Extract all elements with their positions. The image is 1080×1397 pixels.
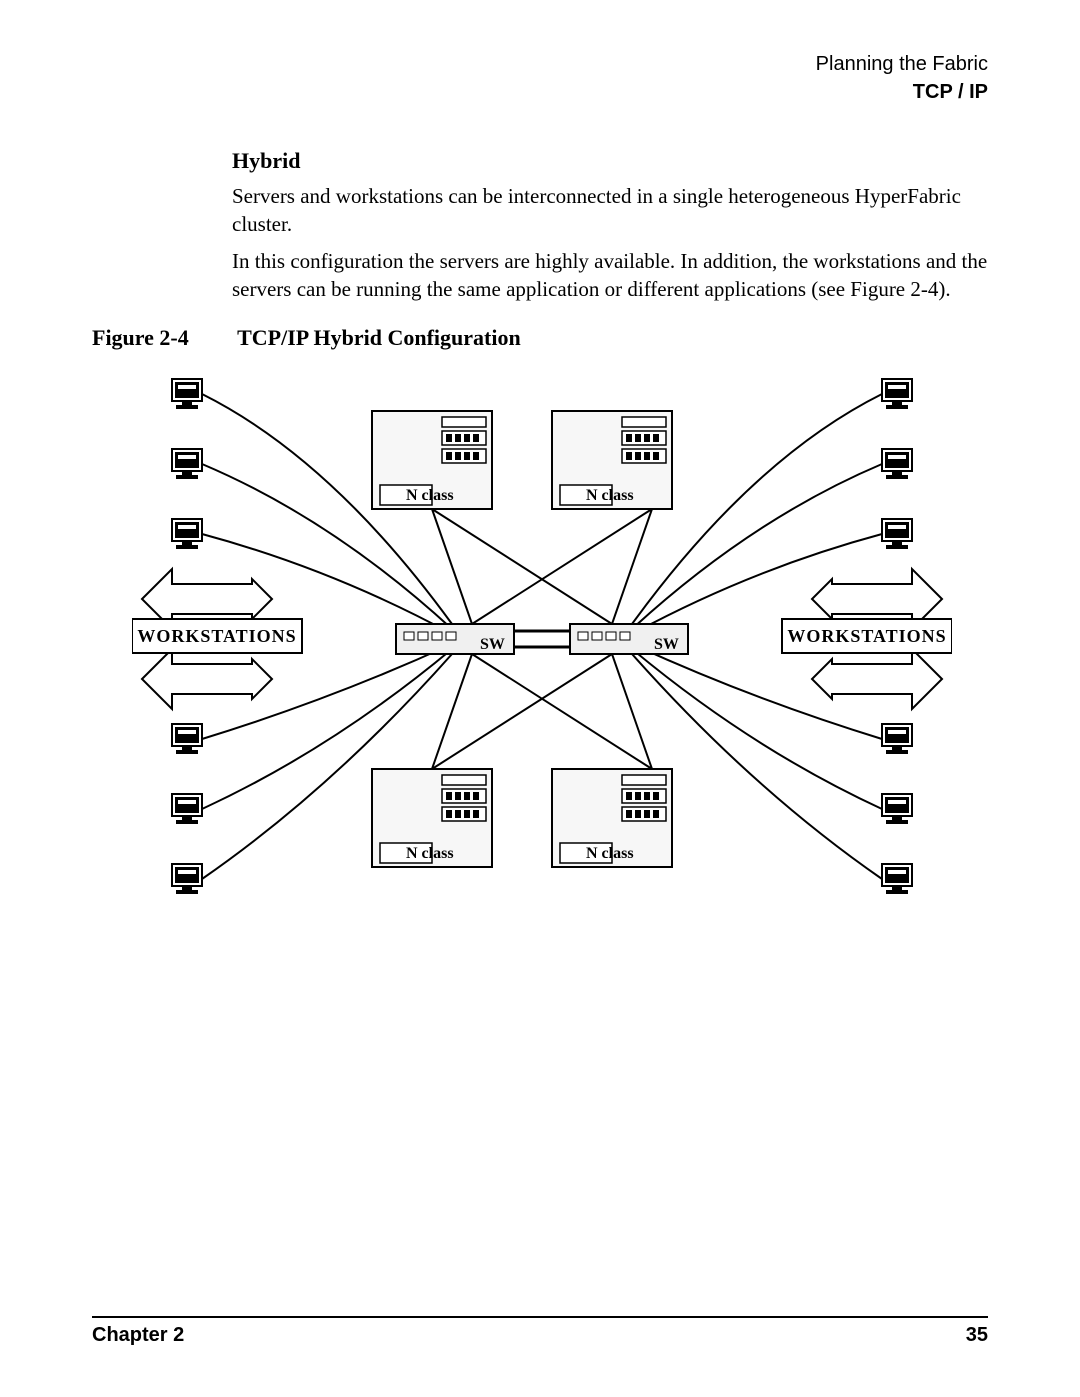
figure-caption: Figure 2-4 TCP/IP Hybrid Configuration (92, 325, 988, 351)
page-header: Planning the Fabric TCP / IP (92, 50, 988, 106)
sw-label: SW (480, 636, 505, 653)
workstation-icon (172, 449, 202, 479)
figure-title: TCP/IP Hybrid Configuration (237, 325, 521, 350)
paragraph-1: Servers and workstations can be intercon… (232, 182, 988, 239)
workstation-icon (172, 864, 202, 894)
header-subtitle: TCP / IP (92, 78, 988, 106)
footer-rule (92, 1316, 988, 1318)
workstation-icon (882, 449, 912, 479)
footer-chapter: Chapter 2 (92, 1324, 184, 1347)
workstation-icon (882, 379, 912, 409)
workstation-icon (172, 724, 202, 754)
workstation-icon (882, 724, 912, 754)
workstations-label: WORKSTATIONS (787, 626, 946, 646)
section-heading: Hybrid (232, 148, 988, 174)
nclass-label: N class (406, 845, 454, 862)
arrow-icon (142, 649, 272, 709)
header-title: Planning the Fabric (92, 50, 988, 78)
figure-diagram: WORKSTATIONS WORKSTATIONS N class N clas… (132, 369, 948, 909)
workstation-icon (172, 379, 202, 409)
page-footer: Chapter 2 35 (92, 1316, 988, 1347)
workstations-label: WORKSTATIONS (137, 626, 296, 646)
footer-page-number: 35 (966, 1324, 988, 1347)
page: Planning the Fabric TCP / IP Hybrid Serv… (0, 0, 1080, 1397)
workstation-icon (882, 794, 912, 824)
sw-label: SW (654, 636, 679, 653)
paragraph-2: In this configuration the servers are hi… (232, 247, 988, 304)
workstation-icon (882, 864, 912, 894)
nclass-label: N class (406, 487, 454, 504)
nclass-label: N class (586, 487, 634, 504)
workstation-icon (172, 519, 202, 549)
arrow-icon (812, 649, 942, 709)
workstation-icon (172, 794, 202, 824)
figure-label: Figure 2-4 (92, 325, 232, 351)
workstation-icon (882, 519, 912, 549)
nclass-label: N class (586, 845, 634, 862)
